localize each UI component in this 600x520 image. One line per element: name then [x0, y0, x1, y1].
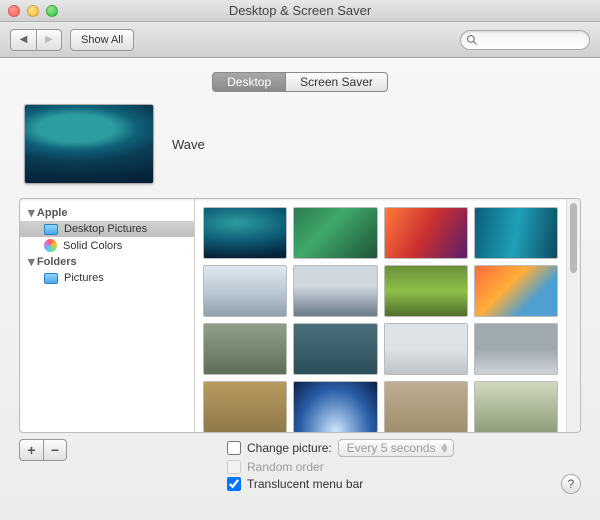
change-picture-checkbox[interactable] — [227, 441, 241, 455]
translucent-checkbox[interactable] — [227, 477, 241, 491]
toolbar: ◀ ▶ Show All — [0, 22, 600, 58]
close-button[interactable] — [8, 5, 20, 17]
back-button[interactable]: ◀ — [10, 29, 36, 51]
forward-button[interactable]: ▶ — [36, 29, 62, 51]
titlebar: Desktop & Screen Saver — [0, 0, 600, 22]
change-picture-label: Change picture: — [247, 441, 332, 455]
disclosure-icon: ▶ — [26, 210, 37, 217]
folder-icon — [44, 273, 58, 284]
random-order-row: Random order — [227, 460, 454, 474]
wallpaper-thumb[interactable] — [474, 381, 558, 432]
wallpaper-grid — [195, 199, 566, 432]
forward-icon: ▶ — [45, 34, 53, 45]
remove-folder-button[interactable]: − — [43, 439, 67, 461]
window-controls — [8, 5, 58, 17]
wallpaper-browser: ▶Apple Desktop Pictures Solid Colors ▶Fo… — [19, 198, 581, 433]
wallpaper-thumb[interactable] — [384, 207, 468, 259]
wallpaper-thumb[interactable] — [474, 323, 558, 375]
zoom-button[interactable] — [46, 5, 58, 17]
wallpaper-thumb[interactable] — [293, 265, 377, 317]
footer: + − Change picture: Every 5 seconds Rand… — [19, 439, 581, 494]
random-order-label: Random order — [247, 460, 324, 474]
tab-screensaver[interactable]: Screen Saver — [286, 72, 388, 92]
tab-bar: Desktop Screen Saver — [14, 72, 586, 92]
search-icon — [466, 34, 478, 46]
search-field[interactable] — [460, 30, 590, 50]
show-all-button[interactable]: Show All — [70, 29, 134, 51]
sidebar-item-solid-colors[interactable]: Solid Colors — [20, 237, 194, 254]
folder-icon — [44, 224, 58, 235]
wallpaper-thumb[interactable] — [293, 381, 377, 432]
window-title: Desktop & Screen Saver — [0, 3, 600, 18]
sidebar-item-desktop-pictures[interactable]: Desktop Pictures — [20, 221, 194, 237]
sidebar-item-pictures[interactable]: Pictures — [20, 270, 194, 286]
wallpaper-thumb[interactable] — [203, 207, 287, 259]
sidebar-group-folders[interactable]: ▶Folders — [20, 254, 194, 270]
wallpaper-thumb[interactable] — [384, 381, 468, 432]
sidebar-group-apple[interactable]: ▶Apple — [20, 205, 194, 221]
wallpaper-thumb[interactable] — [474, 265, 558, 317]
translucent-row: Translucent menu bar — [227, 477, 454, 491]
tab-desktop[interactable]: Desktop — [212, 72, 286, 92]
scroll-thumb[interactable] — [570, 203, 577, 273]
search-input[interactable] — [460, 30, 590, 50]
scrollbar[interactable] — [566, 199, 580, 432]
preview-row: Wave — [24, 104, 576, 184]
change-interval-select[interactable]: Every 5 seconds — [338, 439, 455, 457]
disclosure-icon: ▶ — [26, 259, 37, 266]
random-order-checkbox — [227, 460, 241, 474]
source-sidebar[interactable]: ▶Apple Desktop Pictures Solid Colors ▶Fo… — [20, 199, 195, 432]
wallpaper-preview — [24, 104, 154, 184]
options: Change picture: Every 5 seconds Random o… — [227, 439, 454, 494]
wallpaper-thumb[interactable] — [384, 265, 468, 317]
content-pane: Desktop Screen Saver Wave ▶Apple Desktop… — [0, 58, 600, 520]
wallpaper-thumb[interactable] — [293, 207, 377, 259]
nav-buttons: ◀ ▶ — [10, 29, 62, 51]
wallpaper-name: Wave — [172, 137, 205, 152]
add-remove-buttons: + − — [19, 439, 67, 461]
color-wheel-icon — [44, 239, 57, 252]
wallpaper-thumb[interactable] — [293, 323, 377, 375]
wallpaper-thumb[interactable] — [203, 323, 287, 375]
wallpaper-thumb[interactable] — [474, 207, 558, 259]
back-icon: ◀ — [20, 34, 28, 45]
wallpaper-thumb[interactable] — [203, 265, 287, 317]
change-picture-row: Change picture: Every 5 seconds — [227, 439, 454, 457]
help-button[interactable]: ? — [561, 474, 581, 494]
minimize-button[interactable] — [27, 5, 39, 17]
add-folder-button[interactable]: + — [19, 439, 43, 461]
wallpaper-thumb[interactable] — [203, 381, 287, 432]
translucent-label: Translucent menu bar — [247, 477, 363, 491]
wallpaper-thumb[interactable] — [384, 323, 468, 375]
